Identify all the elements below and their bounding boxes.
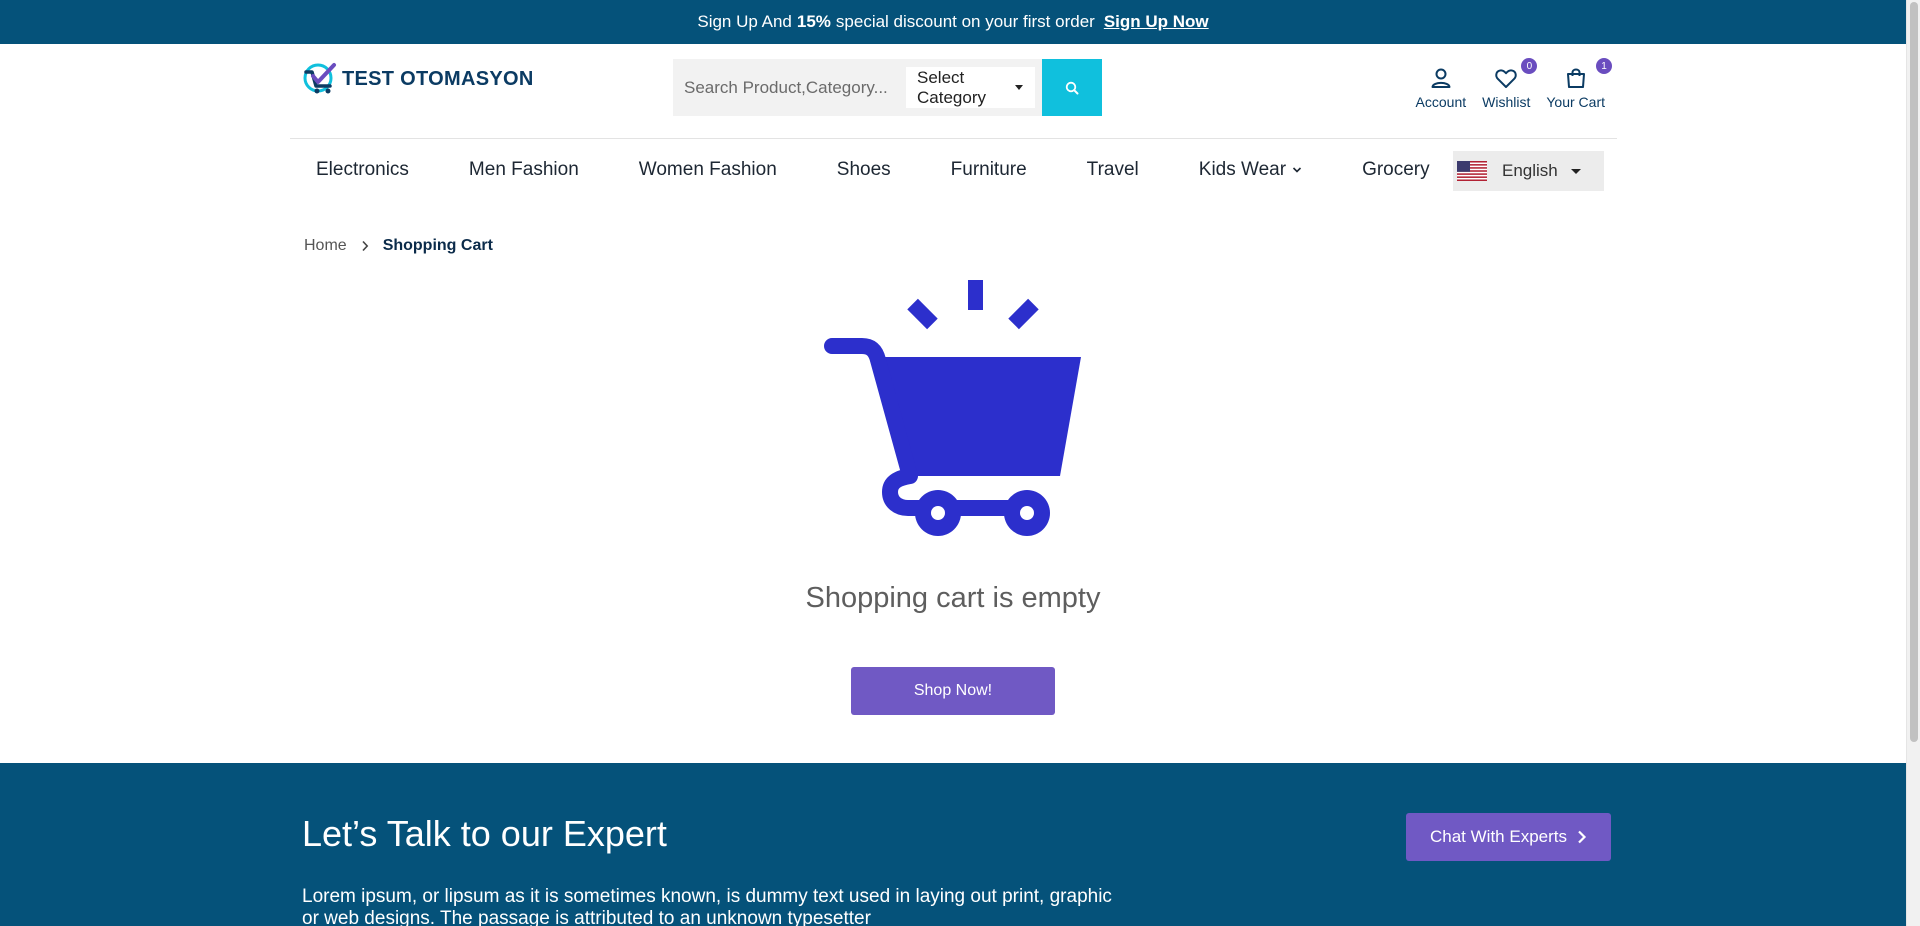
logo[interactable]: TEST OTOMASYON: [302, 62, 534, 96]
bag-icon: [1566, 68, 1585, 88]
empty-cart-icon: [824, 280, 1081, 536]
shop-now-button[interactable]: Shop Now!: [851, 667, 1055, 715]
nav-items: Electronics Men Fashion Women Fashion Sh…: [316, 139, 1430, 201]
nav-item-women-fashion[interactable]: Women Fashion: [639, 159, 777, 181]
logo-text: TEST OTOMASYON: [342, 67, 534, 90]
empty-cart-message: Shopping cart is empty: [805, 582, 1101, 614]
cart-button[interactable]: Your Cart 1: [1546, 58, 1612, 110]
nav-item-electronics[interactable]: Electronics: [316, 159, 409, 181]
wishlist-button[interactable]: Wishlist 0: [1482, 58, 1538, 110]
page: Sign Up And 15% special discount on your…: [0, 0, 1906, 926]
caret-down-icon: [1015, 85, 1023, 90]
nav-item-kids-wear[interactable]: Kids Wear: [1199, 159, 1302, 181]
site-header: TEST OTOMASYON Select Category: [0, 44, 1906, 139]
wishlist-label: Wishlist: [1482, 94, 1531, 110]
scrollbar-thumb[interactable]: [1910, 2, 1918, 742]
user-icon: [1431, 68, 1451, 88]
sign-up-link[interactable]: Sign Up Now: [1104, 12, 1209, 32]
chevron-right-icon: [362, 240, 368, 252]
nav-item-men-fashion[interactable]: Men Fashion: [469, 159, 579, 181]
expert-title: Let’s Talk to our Expert: [302, 813, 667, 854]
search-box: Select Category: [673, 59, 1042, 116]
breadcrumb-current: Shopping Cart: [382, 237, 493, 254]
header-actions: Account Wishlist 0 Your Cart 1: [1415, 58, 1612, 110]
promo-text-before: Sign Up And: [697, 12, 792, 31]
account-button[interactable]: Account: [1415, 60, 1467, 110]
chat-with-experts-button[interactable]: Chat With Experts: [1406, 813, 1611, 861]
promo-discount: 15%: [796, 12, 831, 31]
caret-down-icon: [1571, 169, 1581, 174]
language-select[interactable]: English: [1453, 151, 1604, 191]
logo-cart-icon: [303, 63, 336, 94]
wishlist-count-badge: 0: [1521, 58, 1538, 74]
vertical-scrollbar[interactable]: [1906, 0, 1920, 926]
cart-count-badge: 1: [1596, 58, 1612, 74]
nav-item-furniture[interactable]: Furniture: [951, 159, 1027, 181]
cart-label: Your Cart: [1546, 94, 1605, 110]
us-flag-icon: [1457, 161, 1487, 181]
nav-item-travel[interactable]: Travel: [1087, 159, 1139, 181]
account-label: Account: [1415, 94, 1467, 110]
search-input[interactable]: [684, 77, 904, 98]
expert-section: Let’s Talk to our Expert Lorem ipsum, or…: [0, 763, 1906, 926]
nav-item-grocery[interactable]: Grocery: [1362, 159, 1430, 181]
expert-description: Lorem ipsum, or lipsum as it is sometime…: [302, 886, 1112, 926]
chevron-right-icon: [1578, 830, 1587, 844]
chevron-down-icon: [1292, 167, 1302, 173]
search-bar: Select Category: [673, 59, 1133, 116]
search-icon: [1065, 81, 1079, 94]
main-nav: Electronics Men Fashion Women Fashion Sh…: [0, 139, 1906, 201]
promo-bar: Sign Up And 15% special discount on your…: [0, 0, 1906, 44]
breadcrumb-home[interactable]: Home: [304, 237, 347, 255]
category-select[interactable]: Select Category: [906, 67, 1035, 108]
promo-text-after: special discount on your first order: [835, 12, 1095, 31]
nav-item-shoes[interactable]: Shoes: [837, 159, 891, 181]
nav-item-kids-wear-label: Kids Wear: [1198, 159, 1287, 180]
language-label: English: [1502, 161, 1558, 180]
chat-button-label: Chat With Experts: [1430, 827, 1567, 846]
search-button[interactable]: [1042, 59, 1102, 116]
heart-icon: [1495, 69, 1517, 88]
breadcrumb: Home Shopping Cart: [304, 237, 493, 255]
